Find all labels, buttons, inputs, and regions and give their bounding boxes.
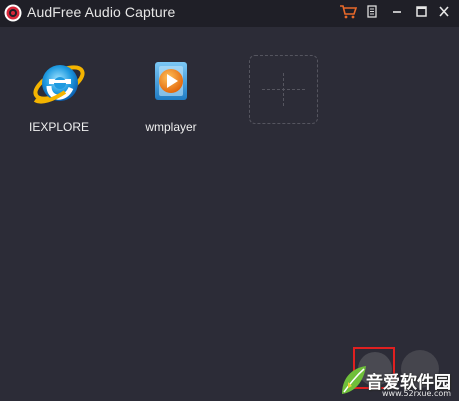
internet-explorer-icon — [33, 65, 85, 104]
app-label-wmplayer: wmplayer — [145, 120, 197, 134]
minimize-icon — [393, 11, 401, 13]
title-bar: AudFree Audio Capture — [0, 0, 459, 27]
watermark-subtext: www.52rxue.com — [382, 389, 452, 398]
app-title: AudFree Audio Capture — [27, 4, 176, 20]
app-window: AudFree Audio Capture IEXPLORE wmplayer … — [0, 0, 459, 401]
app-tile-wmplayer[interactable]: wmplayer — [131, 56, 211, 136]
add-app-button[interactable] — [249, 55, 318, 124]
leaf-logo-icon — [342, 366, 366, 394]
cart-icon — [340, 5, 358, 19]
minimize-button[interactable] — [387, 3, 407, 21]
close-button[interactable] — [434, 3, 454, 21]
maximize-icon — [416, 6, 427, 17]
app-logo-icon — [4, 4, 22, 22]
watermark: 音爱软件园 www.52rxue.com — [338, 362, 459, 401]
maximize-button[interactable] — [411, 3, 431, 21]
close-icon — [439, 6, 449, 17]
cart-button[interactable] — [338, 3, 358, 21]
app-label-iexplore: IEXPLORE — [28, 120, 90, 134]
menu-button[interactable] — [362, 3, 382, 21]
plus-icon — [262, 73, 305, 106]
menu-icon — [367, 5, 377, 18]
app-tile-iexplore[interactable]: IEXPLORE — [19, 56, 99, 136]
windows-media-player-icon — [155, 62, 187, 100]
